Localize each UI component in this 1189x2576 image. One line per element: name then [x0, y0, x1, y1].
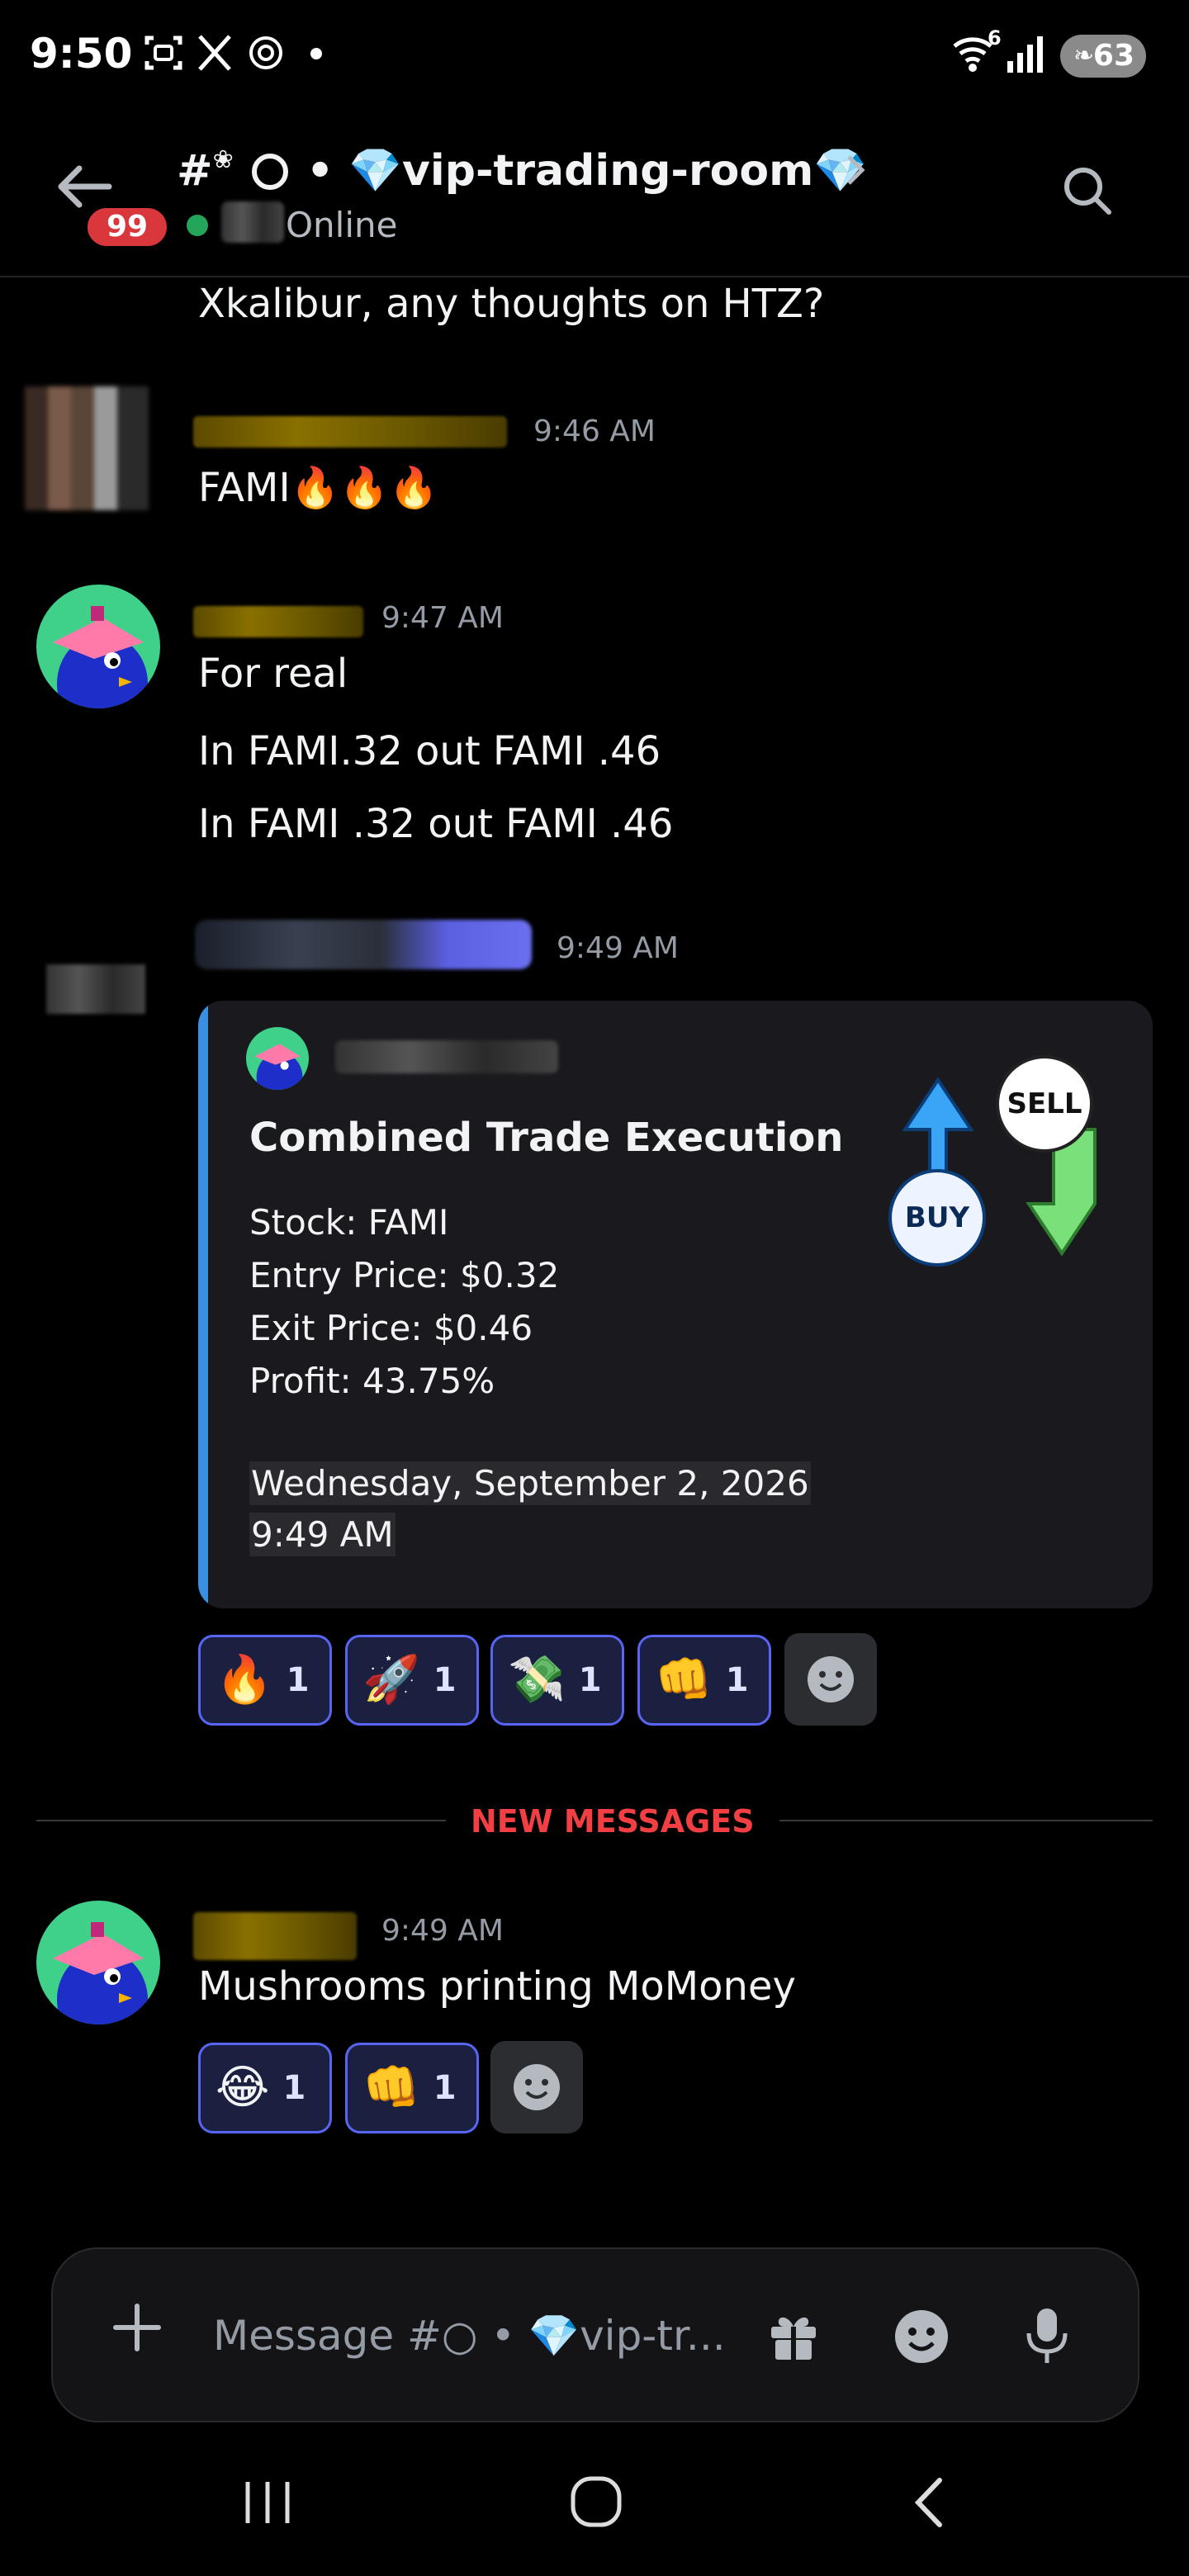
message-text: In FAMI.32 out FAMI .46: [198, 728, 661, 774]
reaction-chip[interactable]: 🚀 1: [345, 1635, 479, 1726]
wifi-icon: 6: [950, 26, 1002, 74]
embed-stock: Stock: FAMI: [249, 1202, 449, 1243]
gift-icon[interactable]: [765, 2307, 822, 2365]
message-text: FAMI🔥🔥🔥: [198, 465, 438, 511]
battery-level: 63: [1092, 39, 1135, 73]
rocket-emoji-icon: 🚀: [362, 1653, 420, 1707]
embed-date: Wednesday, September 2, 2026: [249, 1461, 811, 1505]
status-bar: 9:50 6 ❧ 63: [0, 0, 1189, 116]
sell-label: SELL: [996, 1055, 1093, 1153]
reaction-count: 1: [286, 1661, 310, 1699]
search-icon[interactable]: [1059, 162, 1116, 220]
embed-profit: Profit: 43.75%: [249, 1361, 495, 1401]
add-attachment-icon[interactable]: [111, 2299, 163, 2365]
message-text: Xkalibur, any thoughts on HTZ?: [198, 281, 825, 327]
unread-badge: 99: [83, 203, 172, 251]
trade-embed: Combined Trade Execution Stock: FAMI Ent…: [198, 1001, 1153, 1608]
x-app-icon: [193, 31, 236, 74]
status-time: 9:50: [30, 30, 133, 78]
embed-accent-bar: [198, 1001, 208, 1608]
home-icon[interactable]: [570, 2475, 623, 2528]
reaction-chip[interactable]: 👊 1: [637, 1635, 771, 1726]
message-text: Mushrooms printing MoMoney: [198, 1963, 796, 2010]
embed-time: 9:49 AM: [249, 1513, 396, 1556]
message-text: For real: [198, 651, 348, 697]
add-reaction-button[interactable]: [784, 1633, 877, 1726]
chevron-right-icon[interactable]: [844, 152, 869, 197]
reaction-count: 1: [433, 2069, 457, 2107]
leaf-icon: ❧: [1073, 41, 1095, 70]
embed-exit-price: Exit Price: $0.46: [249, 1308, 533, 1348]
message-timestamp: 9:46 AM: [533, 414, 656, 448]
microphone-icon[interactable]: [1024, 2305, 1070, 2368]
message-timestamp: 9:49 AM: [557, 931, 679, 965]
embed-title: Combined Trade Execution: [249, 1115, 844, 1161]
nav-back-icon[interactable]: [908, 2474, 950, 2531]
system-nav-bar: [0, 2444, 1189, 2576]
channel-header: [0, 116, 1189, 277]
laughing-emoji-icon: 😂: [216, 2061, 270, 2114]
embed-entry-price: Entry Price: $0.32: [249, 1255, 560, 1295]
signal-icon: [1004, 33, 1050, 74]
user-avatar[interactable]: [25, 386, 149, 510]
online-status-dot: [187, 215, 208, 236]
redacted-username[interactable]: [193, 1912, 357, 1960]
reaction-chip[interactable]: 👊 1: [345, 2043, 479, 2133]
fire-emoji-icon: 🔥: [216, 1653, 273, 1707]
channel-title: • 💎vip-trading-room💎: [306, 146, 868, 196]
redacted-username[interactable]: [193, 606, 363, 637]
new-messages-label: NEW MESSAGES: [446, 1803, 779, 1840]
notification-dot: [310, 48, 322, 59]
redacted-bot-name[interactable]: [195, 920, 532, 969]
online-status-text: Online: [286, 205, 398, 245]
channel-hash: #: [177, 146, 213, 196]
reaction-count: 1: [433, 1661, 457, 1699]
message-composer[interactable]: Message #○ • 💎vip-tr...: [51, 2247, 1139, 2422]
screenshot-icon: [142, 31, 185, 74]
add-reaction-button[interactable]: [490, 2041, 583, 2133]
reaction-count: 1: [725, 1661, 749, 1699]
wifi-badge: 6: [988, 26, 1002, 50]
channel-name[interactable]: #❀ • 💎vip-trading-room💎: [177, 145, 867, 196]
user-avatar[interactable]: [36, 585, 160, 708]
user-avatar[interactable]: [36, 1901, 160, 2024]
embed-author-avatar: [246, 1027, 309, 1090]
battery-indicator: ❧ 63: [1060, 35, 1146, 78]
reaction-chip[interactable]: 🔥 1: [198, 1635, 332, 1726]
message-timestamp: 9:49 AM: [381, 1914, 504, 1948]
money-emoji-icon: 💸: [508, 1653, 566, 1707]
channel-circle-icon: [251, 154, 288, 190]
reaction-count: 1: [282, 2069, 306, 2107]
fist-emoji-icon: 👊: [655, 1653, 713, 1707]
reaction-count: 1: [578, 1661, 602, 1699]
chatgpt-icon: [244, 31, 287, 74]
emoji-picker-icon[interactable]: [892, 2307, 951, 2366]
smiley-icon: [514, 2064, 560, 2110]
redacted-embed-author: [335, 1040, 558, 1073]
fist-emoji-icon: 👊: [362, 2061, 420, 2114]
redacted-username[interactable]: [193, 416, 507, 447]
bot-avatar[interactable]: [46, 964, 145, 1014]
recent-apps-icon[interactable]: [239, 2477, 297, 2528]
message-text: In FAMI .32 out FAMI .46: [198, 801, 674, 847]
buy-label: BUY: [888, 1169, 986, 1267]
buy-sell-thumbnail: BUY SELL: [888, 1047, 1111, 1278]
reaction-chip[interactable]: 😂 1: [198, 2043, 332, 2133]
reaction-chip[interactable]: 💸 1: [490, 1635, 624, 1726]
message-input[interactable]: Message #○ • 💎vip-tr...: [213, 2312, 726, 2361]
redacted-username: [221, 201, 284, 243]
message-timestamp: 9:47 AM: [381, 601, 504, 635]
smiley-icon: [808, 1656, 854, 1702]
